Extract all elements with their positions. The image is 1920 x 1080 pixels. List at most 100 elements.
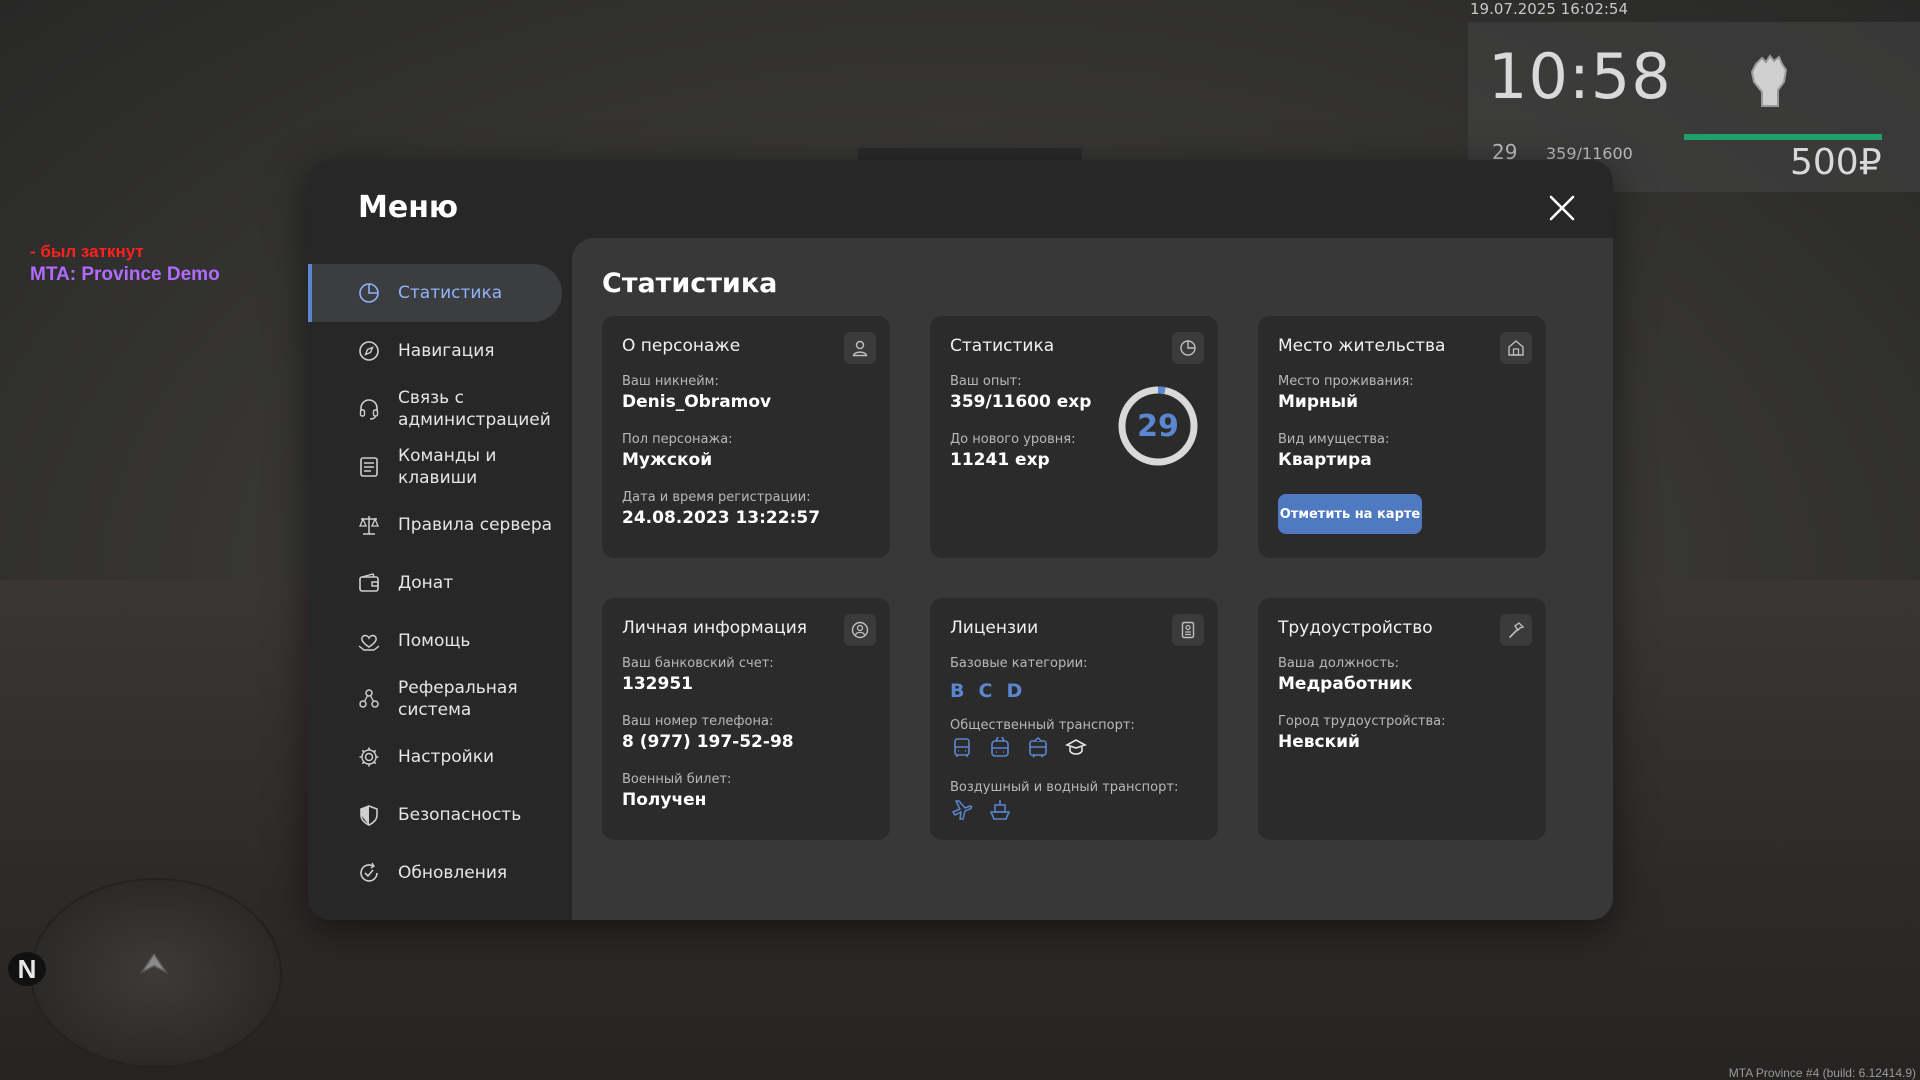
xp-label: Ваш опыт:: [950, 374, 1022, 389]
sidebar-item-label: Правила сервера: [398, 515, 553, 535]
refresh-check-icon: [360, 862, 378, 882]
referral-icon: [359, 689, 379, 708]
card-title: Личная информация: [622, 618, 808, 638]
sidebar-item-admin-contact[interactable]: Связь с администрацией: [308, 380, 562, 438]
military-id-value: Получен: [622, 790, 707, 810]
xp-value: 359/11600 exp: [950, 392, 1092, 412]
license-document-icon: [1181, 621, 1195, 639]
main-menu-window: Меню Статистика Навигация Связь с админи…: [308, 160, 1613, 920]
sidebar-item-rules[interactable]: Правила сервера: [308, 496, 562, 554]
list-icon: [360, 457, 378, 477]
card-licenses: Лицензии Базовые категории: B C D Общест…: [930, 598, 1218, 840]
menu-title: Меню: [358, 190, 459, 225]
nickname-label: Ваш никнейм:: [622, 374, 719, 389]
driver-cap-icon: [1065, 739, 1087, 755]
user-circle-icon: [851, 621, 869, 639]
statistics-panel: Статистика О персонаже Ваш никнейм: Deni…: [572, 238, 1613, 920]
card-title: Место жительства: [1278, 336, 1446, 356]
trolleybus-icon: [991, 736, 1009, 757]
gender-label: Пол персонажа:: [622, 432, 733, 447]
sidebar-item-help[interactable]: Помощь: [308, 612, 562, 670]
close-icon[interactable]: [1546, 192, 1578, 224]
job-city-value: Невский: [1278, 732, 1360, 752]
chat-line-muted: - был заткнут: [30, 242, 144, 261]
ship-icon: [989, 800, 1011, 820]
job-position-label: Ваша должность:: [1278, 656, 1400, 671]
hud-datetime: 19.07.2025 16:02:54: [1470, 0, 1629, 18]
wallet-icon: [359, 573, 379, 592]
card-icon-box: [844, 614, 876, 646]
sidebar-item-label: Безопасность: [398, 805, 522, 825]
sidebar-item-label: Статистика: [398, 283, 503, 303]
sidebar-item-security[interactable]: Безопасность: [308, 786, 562, 844]
license-categories: B C D: [950, 680, 1022, 702]
next-level-label: До нового уровня:: [950, 432, 1076, 447]
property-type-label: Вид имущества:: [1278, 432, 1390, 447]
bank-account-value: 132951: [622, 674, 693, 694]
license-category-d: D: [1006, 680, 1023, 702]
radar-north-icon: N: [8, 952, 46, 986]
residence-place-value: Мирный: [1278, 392, 1359, 412]
public-transport-label: Общественный транспорт:: [950, 718, 1135, 733]
card-title: О персонаже: [622, 336, 741, 356]
sidebar-item-statistics[interactable]: Статистика: [308, 264, 562, 322]
sidebar-item-label: Помощь: [398, 631, 471, 651]
page-title: Статистика: [602, 268, 778, 299]
hud-money: 500₽: [1790, 142, 1882, 183]
sidebar-item-label: Обновления: [398, 863, 508, 883]
hud-health-bar: [1684, 134, 1882, 140]
bus-icon: [954, 738, 970, 757]
pie-chart-icon: [1180, 340, 1196, 356]
registration-value: 24.08.2023 13:22:57: [622, 508, 821, 528]
card-employment: Трудоустройство Ваша должность: Медработ…: [1258, 598, 1546, 840]
phone-label: Ваш номер телефона:: [622, 714, 774, 729]
compass-icon: [359, 341, 379, 361]
air-water-transport-label: Воздушный и водный транспорт:: [950, 780, 1179, 795]
card-title: Трудоустройство: [1278, 618, 1433, 638]
phone-value: 8 (977) 197-52-98: [622, 732, 794, 752]
house-icon: [1508, 340, 1524, 356]
sidebar-item-donate[interactable]: Донат: [308, 554, 562, 612]
card-title: Лицензии: [950, 618, 1039, 638]
sidebar-item-commands[interactable]: Команды и клавиши: [308, 438, 562, 496]
card-character: О персонаже Ваш никнейм: Denis_Obramov П…: [602, 316, 890, 558]
sidebar-item-label: Навигация: [398, 341, 495, 361]
card-icon-box: [844, 332, 876, 364]
job-position-value: Медработник: [1278, 674, 1413, 694]
hammer-icon: [1509, 622, 1525, 638]
pie-chart-icon: [359, 283, 379, 303]
card-residence: Место жительства Место проживания: Мирны…: [1258, 316, 1546, 558]
card-icon-box: [1172, 332, 1204, 364]
user-icon: [852, 340, 868, 357]
heart-hand-icon: [358, 634, 380, 651]
fist-icon: [1750, 54, 1788, 107]
mark-on-map-button[interactable]: Отметить на карте: [1278, 494, 1422, 534]
sidebar-item-label: Команды и клавиши: [398, 446, 497, 488]
gender-value: Мужской: [622, 450, 713, 470]
sidebar-item-navigation[interactable]: Навигация: [308, 322, 562, 380]
license-category-c: C: [978, 680, 993, 702]
nickname-value: Denis_Obramov: [622, 392, 772, 412]
registration-label: Дата и время регистрации:: [622, 490, 811, 505]
tram-icon: [1029, 736, 1047, 758]
sidebar-item-updates[interactable]: Обновления: [308, 844, 562, 902]
sidebar-item-settings[interactable]: Настройки: [308, 728, 562, 786]
headset-icon: [359, 399, 379, 420]
card-personal-info: Личная информация Ваш банковский счет: 1…: [602, 598, 890, 840]
residence-place-label: Место проживания:: [1278, 374, 1414, 389]
card-icon-box: [1500, 332, 1532, 364]
sidebar-item-label: Связь с администрацией: [398, 388, 551, 430]
next-level-value: 11241 exp: [950, 450, 1050, 470]
airplane-icon: [951, 800, 973, 820]
hud-clock: 10:58: [1488, 40, 1672, 113]
sidebar-item-label: Донат: [398, 573, 454, 593]
card-statistics: Статистика Ваш опыт: 359/11600 exp До но…: [930, 316, 1218, 558]
sidebar-item-referral[interactable]: Реферальная система: [308, 670, 562, 728]
scales-icon: [359, 516, 379, 535]
build-info: MTA Province #4 (build: 6.12414.9): [1728, 1066, 1916, 1080]
player-arrow-icon: [140, 952, 168, 974]
sidebar-item-label: Реферальная система: [398, 678, 518, 720]
property-type-value: Квартира: [1278, 450, 1372, 470]
air-water-transport-icons: [950, 798, 1012, 822]
level-number: 29: [1137, 408, 1179, 444]
